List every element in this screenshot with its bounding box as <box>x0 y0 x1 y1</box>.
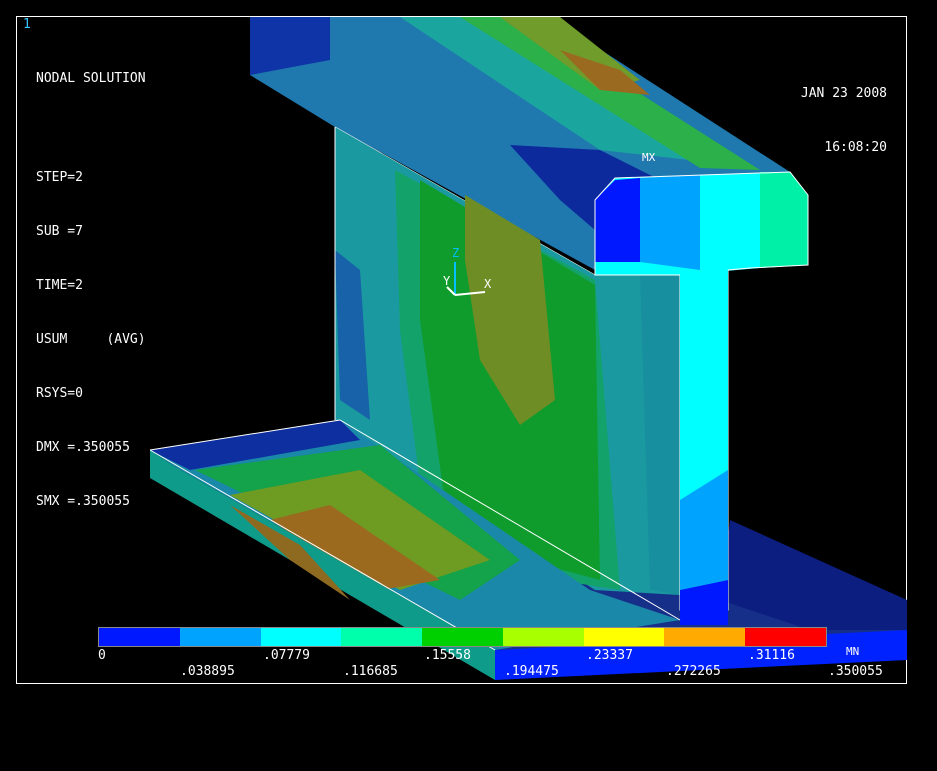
date-text: JAN 23 2008 <box>800 86 887 101</box>
info-block: NODAL SOLUTION STEP=2 SUB =7 TIME=2 USUM… <box>36 34 146 529</box>
axis-x-label: X <box>484 277 492 291</box>
axis-z-label: Z <box>452 246 460 260</box>
info-line-usum: USUM (AVG) <box>36 332 146 347</box>
legend-swatch-7 <box>664 628 746 646</box>
min-marker: MN <box>846 645 860 658</box>
legend-swatch-8 <box>745 628 827 646</box>
head-end-lightblue <box>640 175 700 270</box>
info-line-smx: SMX =.350055 <box>36 494 130 509</box>
legend-swatch-5 <box>502 628 584 646</box>
legend-tick-top-0: 0 <box>98 648 106 663</box>
contour-legend-bar <box>98 627 827 647</box>
legend-tick-bottom-3: .272265 <box>666 664 721 679</box>
info-line-step: STEP=2 <box>36 170 83 185</box>
max-marker: MX <box>642 151 656 164</box>
legend-tick-bottom-0: .038895 <box>180 664 235 679</box>
legend-tick-top-4: .31116 <box>748 648 795 663</box>
legend-swatch-6 <box>583 628 665 646</box>
legend-swatch-0 <box>99 628 180 646</box>
legend-tick-top-1: .07779 <box>263 648 310 663</box>
legend-tick-top-2: .15558 <box>424 648 471 663</box>
date-time-block: JAN 23 2008 16:08:20 <box>801 49 887 175</box>
legend-tick-bottom-1: .116685 <box>343 664 398 679</box>
info-line-rsys: RSYS=0 <box>36 386 83 401</box>
plot-title: NODAL SOLUTION <box>36 71 146 86</box>
legend-swatch-3 <box>341 628 423 646</box>
info-line-dmx: DMX =.350055 <box>36 440 130 455</box>
time-text: 16:08:20 <box>824 140 887 155</box>
legend-tick-top-3: .23337 <box>586 648 633 663</box>
legend-swatch-2 <box>260 628 342 646</box>
info-line-sub: SUB =7 <box>36 224 83 239</box>
window-number: 1 <box>23 17 31 32</box>
legend-swatch-4 <box>422 628 503 646</box>
info-line-time: TIME=2 <box>36 278 83 293</box>
legend-tick-bottom-4: .350055 <box>828 664 883 679</box>
legend-tick-bottom-2: .194475 <box>504 664 559 679</box>
legend-swatch-1 <box>179 628 261 646</box>
axis-y-label: Y <box>443 274 451 288</box>
